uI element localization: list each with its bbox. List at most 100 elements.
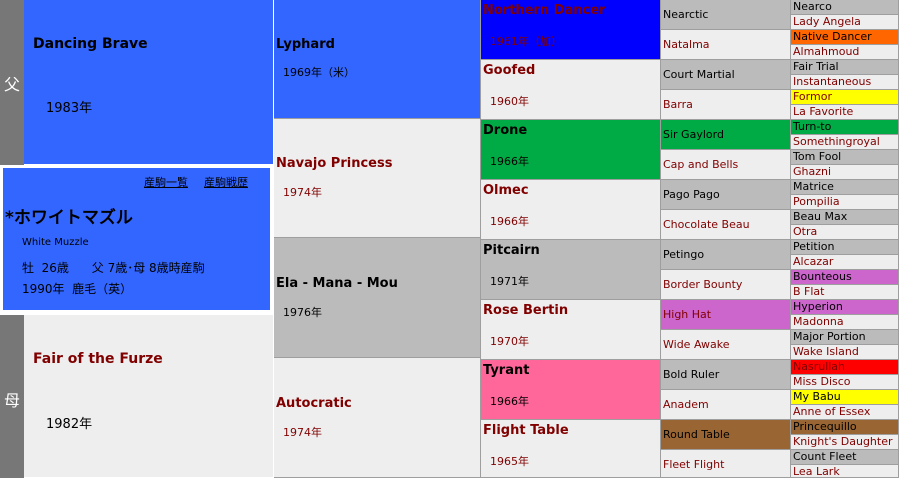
- dam-name[interactable]: Fair of the Furze: [33, 351, 163, 367]
- gen5-cell-26[interactable]: Miss Disco: [791, 375, 899, 390]
- gen3-cell-3[interactable]: Drone 1966年: [481, 120, 661, 180]
- dam-cell[interactable]: Fair of the Furze 1982年: [24, 315, 274, 478]
- gen4-cell-10[interactable]: Border Bounty: [661, 270, 791, 300]
- gen4-cell-3[interactable]: Court Martial: [661, 60, 791, 90]
- gen5-cell-31[interactable]: Count Fleet: [791, 450, 899, 465]
- gen4-name-11[interactable]: High Hat: [663, 308, 711, 321]
- gen4-cell-16[interactable]: Fleet Flight: [661, 450, 791, 478]
- gen5-cell-24[interactable]: Wake Island: [791, 345, 899, 360]
- gen5-cell-27[interactable]: My Babu: [791, 390, 899, 405]
- gen4-cell-4[interactable]: Barra: [661, 90, 791, 120]
- gen5-name-11[interactable]: Tom Fool: [793, 150, 841, 163]
- gen5-name-21[interactable]: Hyperion: [793, 300, 843, 313]
- gen3-cell-5[interactable]: Pitcairn 1971年: [481, 240, 661, 300]
- gen5-name-6[interactable]: Instantaneous: [793, 75, 871, 88]
- gen5-name-13[interactable]: Matrice: [793, 180, 834, 193]
- gen5-cell-4[interactable]: Almahmoud: [791, 45, 899, 60]
- gen5-cell-19[interactable]: Bounteous: [791, 270, 899, 285]
- gen5-name-2[interactable]: Lady Angela: [793, 15, 861, 28]
- gen2-cell-4[interactable]: Autocratic 1974年: [274, 358, 481, 478]
- gen5-cell-15[interactable]: Beau Max: [791, 210, 899, 225]
- gen5-name-3[interactable]: Native Dancer: [793, 30, 872, 43]
- gen4-name-9[interactable]: Petingo: [663, 248, 704, 261]
- gen5-cell-20[interactable]: B Flat: [791, 285, 899, 300]
- offspring-list-link[interactable]: 産駒一覧: [144, 174, 188, 190]
- gen4-cell-13[interactable]: Bold Ruler: [661, 360, 791, 390]
- gen3-cell-6[interactable]: Rose Bertin 1970年: [481, 300, 661, 360]
- gen3-name-8[interactable]: Flight Table: [483, 423, 569, 438]
- gen2-name-3[interactable]: Ela - Mana - Mou: [276, 276, 398, 291]
- gen5-cell-29[interactable]: Princequillo: [791, 420, 899, 435]
- gen5-name-14[interactable]: Pompilia: [793, 195, 840, 208]
- gen4-cell-6[interactable]: Cap and Bells: [661, 150, 791, 180]
- gen5-name-23[interactable]: Major Portion: [793, 330, 866, 343]
- gen5-cell-6[interactable]: Instantaneous: [791, 75, 899, 90]
- gen5-name-5[interactable]: Fair Trial: [793, 60, 839, 73]
- gen4-name-2[interactable]: Natalma: [663, 38, 710, 51]
- gen5-name-20[interactable]: B Flat: [793, 285, 824, 298]
- gen4-name-7[interactable]: Pago Pago: [663, 188, 720, 201]
- gen5-name-4[interactable]: Almahmoud: [793, 45, 859, 58]
- gen5-name-30[interactable]: Knight's Daughter: [793, 435, 893, 448]
- gen4-name-4[interactable]: Barra: [663, 98, 693, 111]
- gen5-name-19[interactable]: Bounteous: [793, 270, 852, 283]
- gen5-cell-5[interactable]: Fair Trial: [791, 60, 899, 75]
- gen4-cell-2[interactable]: Natalma: [661, 30, 791, 60]
- gen3-name-4[interactable]: Olmec: [483, 183, 529, 198]
- gen5-name-17[interactable]: Petition: [793, 240, 834, 253]
- gen5-cell-2[interactable]: Lady Angela: [791, 15, 899, 30]
- gen5-cell-25[interactable]: Nasrullah: [791, 360, 899, 375]
- gen4-name-1[interactable]: Nearctic: [663, 8, 708, 21]
- gen2-name-2[interactable]: Navajo Princess: [276, 156, 392, 171]
- gen5-name-15[interactable]: Beau Max: [793, 210, 847, 223]
- gen3-name-7[interactable]: Tyrant: [483, 363, 529, 378]
- gen4-name-12[interactable]: Wide Awake: [663, 338, 730, 351]
- gen5-cell-21[interactable]: Hyperion: [791, 300, 899, 315]
- gen5-name-26[interactable]: Miss Disco: [793, 375, 851, 388]
- gen3-name-2[interactable]: Goofed: [483, 63, 535, 78]
- gen3-cell-4[interactable]: Olmec 1966年: [481, 180, 661, 240]
- gen3-cell-2[interactable]: Goofed 1960年: [481, 60, 661, 120]
- offspring-record-link[interactable]: 産駒戦歴: [204, 174, 248, 190]
- gen5-cell-28[interactable]: Anne of Essex: [791, 405, 899, 420]
- gen4-cell-8[interactable]: Chocolate Beau: [661, 210, 791, 240]
- gen3-name-6[interactable]: Rose Bertin: [483, 303, 568, 318]
- sire-name[interactable]: Dancing Brave: [33, 36, 148, 52]
- gen5-name-7[interactable]: Formor: [793, 90, 832, 103]
- gen4-name-3[interactable]: Court Martial: [663, 68, 735, 81]
- gen4-name-13[interactable]: Bold Ruler: [663, 368, 719, 381]
- gen4-name-10[interactable]: Border Bounty: [663, 278, 742, 291]
- gen5-cell-14[interactable]: Pompilia: [791, 195, 899, 210]
- gen4-name-6[interactable]: Cap and Bells: [663, 158, 738, 171]
- gen5-cell-9[interactable]: Turn-to: [791, 120, 899, 135]
- gen5-cell-13[interactable]: Matrice: [791, 180, 899, 195]
- gen3-cell-7[interactable]: Tyrant 1966年: [481, 360, 661, 420]
- gen5-name-29[interactable]: Princequillo: [793, 420, 857, 433]
- gen5-cell-7[interactable]: Formor: [791, 90, 899, 105]
- gen5-cell-11[interactable]: Tom Fool: [791, 150, 899, 165]
- gen4-cell-12[interactable]: Wide Awake: [661, 330, 791, 360]
- gen5-cell-30[interactable]: Knight's Daughter: [791, 435, 899, 450]
- gen4-cell-14[interactable]: Anadem: [661, 390, 791, 420]
- gen5-name-16[interactable]: Otra: [793, 225, 817, 238]
- gen2-cell-1[interactable]: Lyphard 1969年（米）: [274, 0, 481, 119]
- gen2-name-4[interactable]: Autocratic: [276, 396, 352, 411]
- gen3-name-3[interactable]: Drone: [483, 123, 527, 138]
- gen4-cell-5[interactable]: Sir Gaylord: [661, 120, 791, 150]
- gen5-cell-17[interactable]: Petition: [791, 240, 899, 255]
- gen5-cell-32[interactable]: Lea Lark: [791, 465, 899, 478]
- gen5-cell-1[interactable]: Nearco: [791, 0, 899, 15]
- gen5-cell-22[interactable]: Madonna: [791, 315, 899, 330]
- gen4-cell-7[interactable]: Pago Pago: [661, 180, 791, 210]
- gen5-name-22[interactable]: Madonna: [793, 315, 844, 328]
- gen2-cell-2[interactable]: Navajo Princess 1974年: [274, 119, 481, 238]
- gen5-cell-16[interactable]: Otra: [791, 225, 899, 240]
- gen5-name-12[interactable]: Ghazni: [793, 165, 831, 178]
- gen3-cell-1[interactable]: Northern Dancer 1961年（加）: [481, 0, 661, 60]
- gen3-cell-8[interactable]: Flight Table 1965年: [481, 420, 661, 478]
- gen5-cell-10[interactable]: Somethingroyal: [791, 135, 899, 150]
- gen4-name-15[interactable]: Round Table: [663, 428, 730, 441]
- gen5-name-24[interactable]: Wake Island: [793, 345, 859, 358]
- gen4-cell-9[interactable]: Petingo: [661, 240, 791, 270]
- gen5-cell-18[interactable]: Alcazar: [791, 255, 899, 270]
